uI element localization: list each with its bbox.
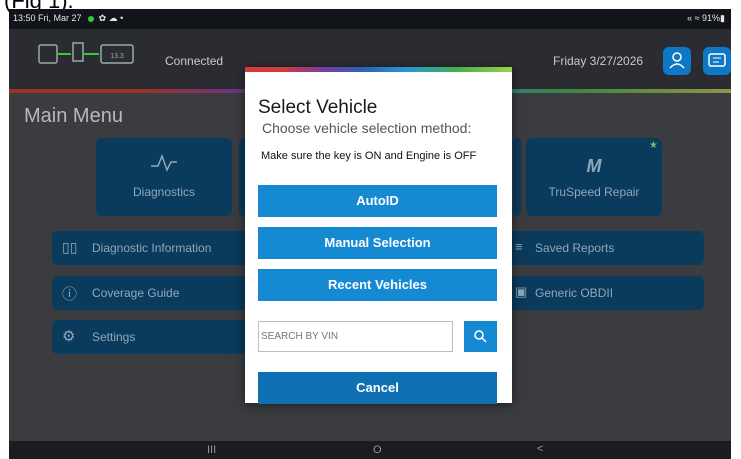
cloud-icon: ☁ bbox=[108, 13, 118, 23]
dialog-color-strip bbox=[245, 67, 512, 72]
tablet-screen: 13:50 Fri, Mar 27 ✿ ☁ • « ≈ 91%▮ 13.3 Co… bbox=[9, 9, 731, 459]
user-button[interactable] bbox=[663, 47, 691, 75]
battery-voltage: 13.3 bbox=[110, 53, 124, 60]
navigation-bar: III O < bbox=[9, 441, 731, 459]
tile-hidden-right[interactable] bbox=[513, 138, 521, 216]
vin-search-input[interactable] bbox=[258, 321, 453, 352]
saved-icon: ≡ bbox=[515, 239, 523, 254]
dialog-subtitle: Choose vehicle selection method: bbox=[262, 120, 472, 136]
tile-label: TruSpeed Repair bbox=[548, 185, 640, 199]
dialog-title: Select Vehicle bbox=[258, 97, 378, 118]
cancel-button[interactable]: Cancel bbox=[258, 372, 497, 404]
manual-selection-button[interactable]: Manual Selection bbox=[258, 227, 497, 259]
status-bar: 13:50 Fri, Mar 27 ✿ ☁ • « ≈ 91%▮ bbox=[9, 9, 731, 29]
recents-button[interactable]: III bbox=[207, 444, 216, 456]
menu-coverage-guide[interactable]: ⓘ Coverage Guide bbox=[52, 276, 252, 310]
vin-search-button[interactable] bbox=[464, 321, 497, 352]
status-time: 13:50 Fri, Mar 27 ✿ ☁ • bbox=[13, 13, 124, 23]
obd-icon: ▣ bbox=[515, 284, 528, 299]
back-button[interactable]: < bbox=[537, 443, 543, 455]
select-vehicle-dialog: Select Vehicle Choose vehicle selection … bbox=[245, 67, 512, 404]
home-button[interactable]: O bbox=[373, 444, 382, 456]
tile-label: Diagnostics bbox=[132, 185, 196, 199]
menu-generic-obdii[interactable]: ▣ Generic OBDII bbox=[505, 276, 704, 310]
messages-button[interactable] bbox=[703, 47, 731, 75]
menu-settings[interactable]: ⚙ Settings bbox=[52, 320, 252, 354]
info-icon: ⓘ bbox=[62, 286, 78, 303]
connection-status: Connected bbox=[165, 54, 224, 68]
tile-truspeed-repair[interactable]: ★ M TruSpeed Repair bbox=[526, 138, 662, 216]
menu-saved-reports[interactable]: ≡ Saved Reports bbox=[505, 231, 704, 265]
page-title: Main Menu bbox=[24, 105, 123, 127]
connection-diagram-icon: 13.3 bbox=[38, 42, 134, 64]
gear-icon: ⚙ bbox=[62, 328, 76, 345]
status-indicator-icon bbox=[88, 15, 95, 22]
dot-icon: • bbox=[120, 13, 124, 23]
chat-icon bbox=[708, 53, 726, 67]
header-date: Friday 3/27/2026 bbox=[553, 54, 644, 68]
gear-icon: ✿ bbox=[98, 13, 107, 23]
dialog-note: Make sure the key is ON and Engine is OF… bbox=[261, 150, 477, 162]
user-icon bbox=[669, 52, 685, 69]
autoid-button[interactable]: AutoID bbox=[258, 185, 497, 217]
book-icon: ▯▯ bbox=[62, 239, 78, 255]
search-icon bbox=[474, 330, 487, 343]
pulse-icon bbox=[151, 153, 177, 172]
menu-diagnostic-information[interactable]: ▯▯ Diagnostic Information bbox=[52, 231, 252, 265]
star-icon: ★ bbox=[649, 140, 658, 151]
battery-status: « ≈ 91%▮ bbox=[687, 13, 725, 23]
recent-vehicles-button[interactable]: Recent Vehicles bbox=[258, 269, 497, 301]
tile-diagnostics[interactable]: Diagnostics bbox=[96, 138, 232, 216]
m-icon: M bbox=[586, 156, 602, 176]
